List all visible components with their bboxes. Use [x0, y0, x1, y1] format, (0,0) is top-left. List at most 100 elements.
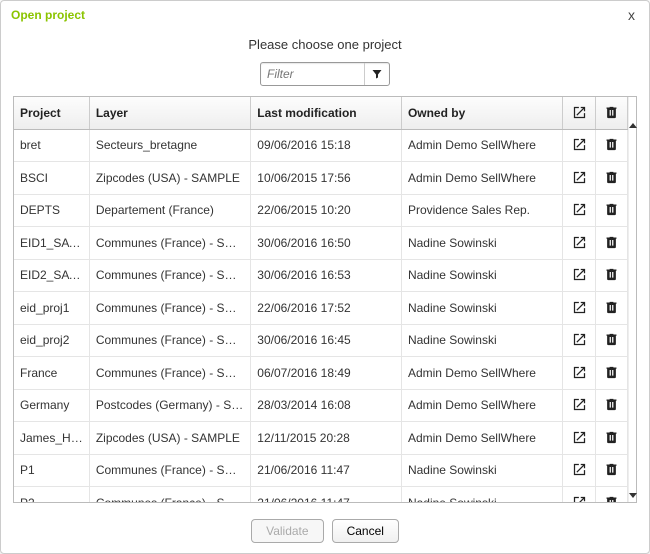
validate-button[interactable]: Validate	[251, 519, 323, 543]
table-row[interactable]: eid_proj2Communes (France) - SAMPLE30/06…	[14, 324, 628, 357]
cell-layer[interactable]: Secteurs_bretagne	[89, 129, 250, 162]
col-header-layer[interactable]: Layer	[89, 97, 250, 129]
table-row[interactable]: FranceCommunes (France) - SAMPLE06/07/20…	[14, 357, 628, 390]
cell-project[interactable]: France	[14, 357, 89, 390]
share-icon[interactable]	[570, 461, 588, 479]
cell-project[interactable]: EID2_SAVE	[14, 259, 89, 292]
table-row[interactable]: GermanyPostcodes (Germany) - SAMPLE28/03…	[14, 389, 628, 422]
cell-layer[interactable]: Communes (France) - SAMPLE	[89, 357, 250, 390]
table-row[interactable]: eid_proj1Communes (France) - SAMPLE22/06…	[14, 292, 628, 325]
cell-last-modification[interactable]: 21/06/2016 11:47	[251, 454, 402, 487]
cell-project[interactable]: James_Hart	[14, 422, 89, 455]
cell-project[interactable]: bret	[14, 129, 89, 162]
trash-icon[interactable]	[602, 461, 620, 479]
cell-share	[563, 259, 595, 292]
share-icon[interactable]	[570, 233, 588, 251]
trash-icon[interactable]	[602, 493, 620, 502]
share-icon[interactable]	[570, 266, 588, 284]
cell-owned-by[interactable]: Nadine Sowinski	[401, 454, 562, 487]
cell-owned-by[interactable]: Nadine Sowinski	[401, 487, 562, 503]
scroll-up-icon[interactable]	[629, 123, 637, 128]
filter-input[interactable]	[261, 64, 364, 84]
col-header-last-modification[interactable]: Last modification	[251, 97, 402, 129]
table-row[interactable]: bretSecteurs_bretagne09/06/2016 15:18Adm…	[14, 129, 628, 162]
grid-scroll[interactable]: Project Layer Last modification Owned by	[14, 97, 628, 502]
cell-last-modification[interactable]: 22/06/2015 10:20	[251, 194, 402, 227]
share-icon[interactable]	[570, 493, 588, 502]
trash-icon[interactable]	[602, 233, 620, 251]
cell-project[interactable]: P2	[14, 487, 89, 503]
cell-last-modification[interactable]: 22/06/2016 17:52	[251, 292, 402, 325]
cancel-button[interactable]: Cancel	[332, 519, 399, 543]
cell-last-modification[interactable]: 06/07/2016 18:49	[251, 357, 402, 390]
cell-layer[interactable]: Communes (France) - SAMPLE	[89, 487, 250, 503]
scroll-down-icon[interactable]	[629, 493, 637, 498]
share-icon[interactable]	[570, 136, 588, 154]
trash-icon[interactable]	[602, 266, 620, 284]
cell-delete	[595, 292, 627, 325]
table-row[interactable]: P2Communes (France) - SAMPLE21/06/2016 1…	[14, 487, 628, 503]
cell-last-modification[interactable]: 21/06/2016 11:47	[251, 487, 402, 503]
funnel-icon[interactable]	[364, 63, 389, 85]
cell-layer[interactable]: Communes (France) - SAMPLE	[89, 227, 250, 260]
trash-icon[interactable]	[602, 363, 620, 381]
cell-layer[interactable]: Zipcodes (USA) - SAMPLE	[89, 162, 250, 195]
share-icon[interactable]	[570, 298, 588, 316]
cell-owned-by[interactable]: Nadine Sowinski	[401, 259, 562, 292]
table-row[interactable]: DEPTSDepartement (France)22/06/2015 10:2…	[14, 194, 628, 227]
cell-owned-by[interactable]: Admin Demo SellWhere	[401, 162, 562, 195]
cell-delete	[595, 162, 627, 195]
cell-project[interactable]: eid_proj1	[14, 292, 89, 325]
cell-project[interactable]: DEPTS	[14, 194, 89, 227]
cell-owned-by[interactable]: Admin Demo SellWhere	[401, 389, 562, 422]
cell-project[interactable]: eid_proj2	[14, 324, 89, 357]
trash-icon[interactable]	[602, 136, 620, 154]
table-row[interactable]: James_HartZipcodes (USA) - SAMPLE12/11/2…	[14, 422, 628, 455]
cell-last-modification[interactable]: 10/06/2015 17:56	[251, 162, 402, 195]
share-icon[interactable]	[570, 201, 588, 219]
share-icon[interactable]	[570, 168, 588, 186]
cell-project[interactable]: EID1_SAVE	[14, 227, 89, 260]
trash-icon[interactable]	[602, 428, 620, 446]
trash-icon[interactable]	[602, 168, 620, 186]
cell-last-modification[interactable]: 28/03/2014 16:08	[251, 389, 402, 422]
table-row[interactable]: EID1_SAVECommunes (France) - SAMPLE30/06…	[14, 227, 628, 260]
cell-last-modification[interactable]: 12/11/2015 20:28	[251, 422, 402, 455]
table-row[interactable]: BSCIZipcodes (USA) - SAMPLE10/06/2015 17…	[14, 162, 628, 195]
cell-owned-by[interactable]: Admin Demo SellWhere	[401, 422, 562, 455]
table-row[interactable]: P1Communes (France) - SAMPLE21/06/2016 1…	[14, 454, 628, 487]
cell-project[interactable]: BSCI	[14, 162, 89, 195]
cell-owned-by[interactable]: Admin Demo SellWhere	[401, 129, 562, 162]
cell-owned-by[interactable]: Nadine Sowinski	[401, 292, 562, 325]
cell-layer[interactable]: Zipcodes (USA) - SAMPLE	[89, 422, 250, 455]
cell-layer[interactable]: Communes (France) - SAMPLE	[89, 324, 250, 357]
cell-layer[interactable]: Communes (France) - SAMPLE	[89, 454, 250, 487]
cell-last-modification[interactable]: 30/06/2016 16:50	[251, 227, 402, 260]
cell-layer[interactable]: Communes (France) - SAMPLE	[89, 259, 250, 292]
cell-owned-by[interactable]: Admin Demo SellWhere	[401, 357, 562, 390]
share-icon[interactable]	[570, 428, 588, 446]
share-icon[interactable]	[570, 363, 588, 381]
cell-last-modification[interactable]: 30/06/2016 16:53	[251, 259, 402, 292]
trash-icon[interactable]	[602, 298, 620, 316]
trash-icon[interactable]	[602, 396, 620, 414]
cell-layer[interactable]: Communes (France) - SAMPLE	[89, 292, 250, 325]
cell-project[interactable]: Germany	[14, 389, 89, 422]
col-header-owned-by[interactable]: Owned by	[401, 97, 562, 129]
cell-owned-by[interactable]: Nadine Sowinski	[401, 324, 562, 357]
cell-owned-by[interactable]: Providence Sales Rep.	[401, 194, 562, 227]
col-header-project[interactable]: Project	[14, 97, 89, 129]
share-icon[interactable]	[570, 396, 588, 414]
trash-icon[interactable]	[602, 201, 620, 219]
cell-last-modification[interactable]: 09/06/2016 15:18	[251, 129, 402, 162]
cell-last-modification[interactable]: 30/06/2016 16:45	[251, 324, 402, 357]
scrollbar[interactable]	[628, 97, 636, 502]
cell-layer[interactable]: Postcodes (Germany) - SAMPLE	[89, 389, 250, 422]
cell-owned-by[interactable]: Nadine Sowinski	[401, 227, 562, 260]
trash-icon[interactable]	[602, 331, 620, 349]
cell-project[interactable]: P1	[14, 454, 89, 487]
close-icon[interactable]: x	[624, 7, 639, 23]
table-row[interactable]: EID2_SAVECommunes (France) - SAMPLE30/06…	[14, 259, 628, 292]
share-icon[interactable]	[570, 331, 588, 349]
cell-layer[interactable]: Departement (France)	[89, 194, 250, 227]
